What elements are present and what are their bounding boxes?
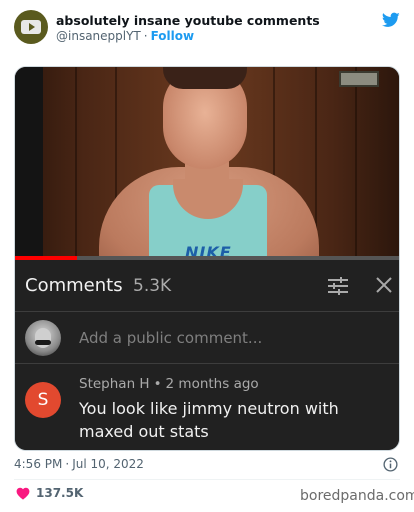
tweet-date: Jul 10, 2022 bbox=[72, 457, 144, 471]
add-comment-row[interactable]: Add a public comment... bbox=[15, 312, 399, 364]
timestamp-separator: · bbox=[65, 457, 70, 471]
person-hair bbox=[163, 67, 247, 89]
comments-count: 5.3K bbox=[133, 276, 172, 296]
comment-item: S Stephan H • 2 months ago You look like j… bbox=[15, 364, 399, 450]
account-name[interactable]: absolutely insane youtube comments bbox=[56, 13, 320, 28]
youtube-logo-icon bbox=[21, 20, 41, 34]
comment-text: You look like jimmy neutron with maxed o… bbox=[79, 399, 339, 441]
boredpanda-watermark: boredpanda.com bbox=[300, 488, 414, 504]
twitter-bird-icon bbox=[382, 12, 400, 27]
like-count[interactable]: 137.5K bbox=[36, 486, 83, 500]
dark-door-frame bbox=[15, 67, 43, 260]
wood-panel-line bbox=[355, 67, 357, 260]
video-frame[interactable]: NIKE bbox=[15, 67, 399, 260]
commenter-avatar[interactable]: S bbox=[25, 382, 61, 418]
close-icon[interactable] bbox=[376, 277, 392, 293]
meta-separator: • bbox=[153, 376, 162, 392]
add-comment-input[interactable]: Add a public comment... bbox=[79, 329, 262, 347]
info-icon[interactable] bbox=[383, 457, 398, 472]
sort-sliders-icon[interactable] bbox=[328, 277, 348, 295]
comment-meta: Stephan H • 2 months ago bbox=[79, 376, 259, 392]
avatar-face bbox=[35, 328, 51, 348]
wall-plaque bbox=[339, 71, 379, 87]
wood-panel-line bbox=[75, 67, 77, 260]
avatar-mustache bbox=[35, 340, 51, 345]
tweet-timestamp[interactable]: 4:56 PM · Jul 10, 2022 bbox=[14, 457, 144, 471]
account-avatar[interactable] bbox=[14, 10, 48, 44]
tweet-media[interactable]: NIKE Comments 5.3K Add a public comment.… bbox=[14, 66, 400, 451]
comments-title: Comments bbox=[25, 275, 123, 296]
user-avatar bbox=[25, 320, 61, 356]
handle-separator: · bbox=[143, 29, 148, 43]
comment-author[interactable]: Stephan H bbox=[79, 376, 150, 392]
comment-age: 2 months ago bbox=[165, 376, 259, 392]
footer-divider bbox=[14, 479, 400, 480]
account-handle[interactable]: @insanepplYT bbox=[56, 29, 141, 43]
account-handle-row: @insanepplYT · Follow bbox=[56, 29, 194, 43]
heart-icon[interactable] bbox=[16, 487, 30, 500]
follow-button[interactable]: Follow bbox=[151, 29, 195, 43]
tweet-time: 4:56 PM bbox=[14, 457, 63, 471]
comments-header: Comments 5.3K bbox=[15, 260, 399, 312]
comments-panel: Comments 5.3K Add a public comment... S … bbox=[15, 260, 399, 450]
